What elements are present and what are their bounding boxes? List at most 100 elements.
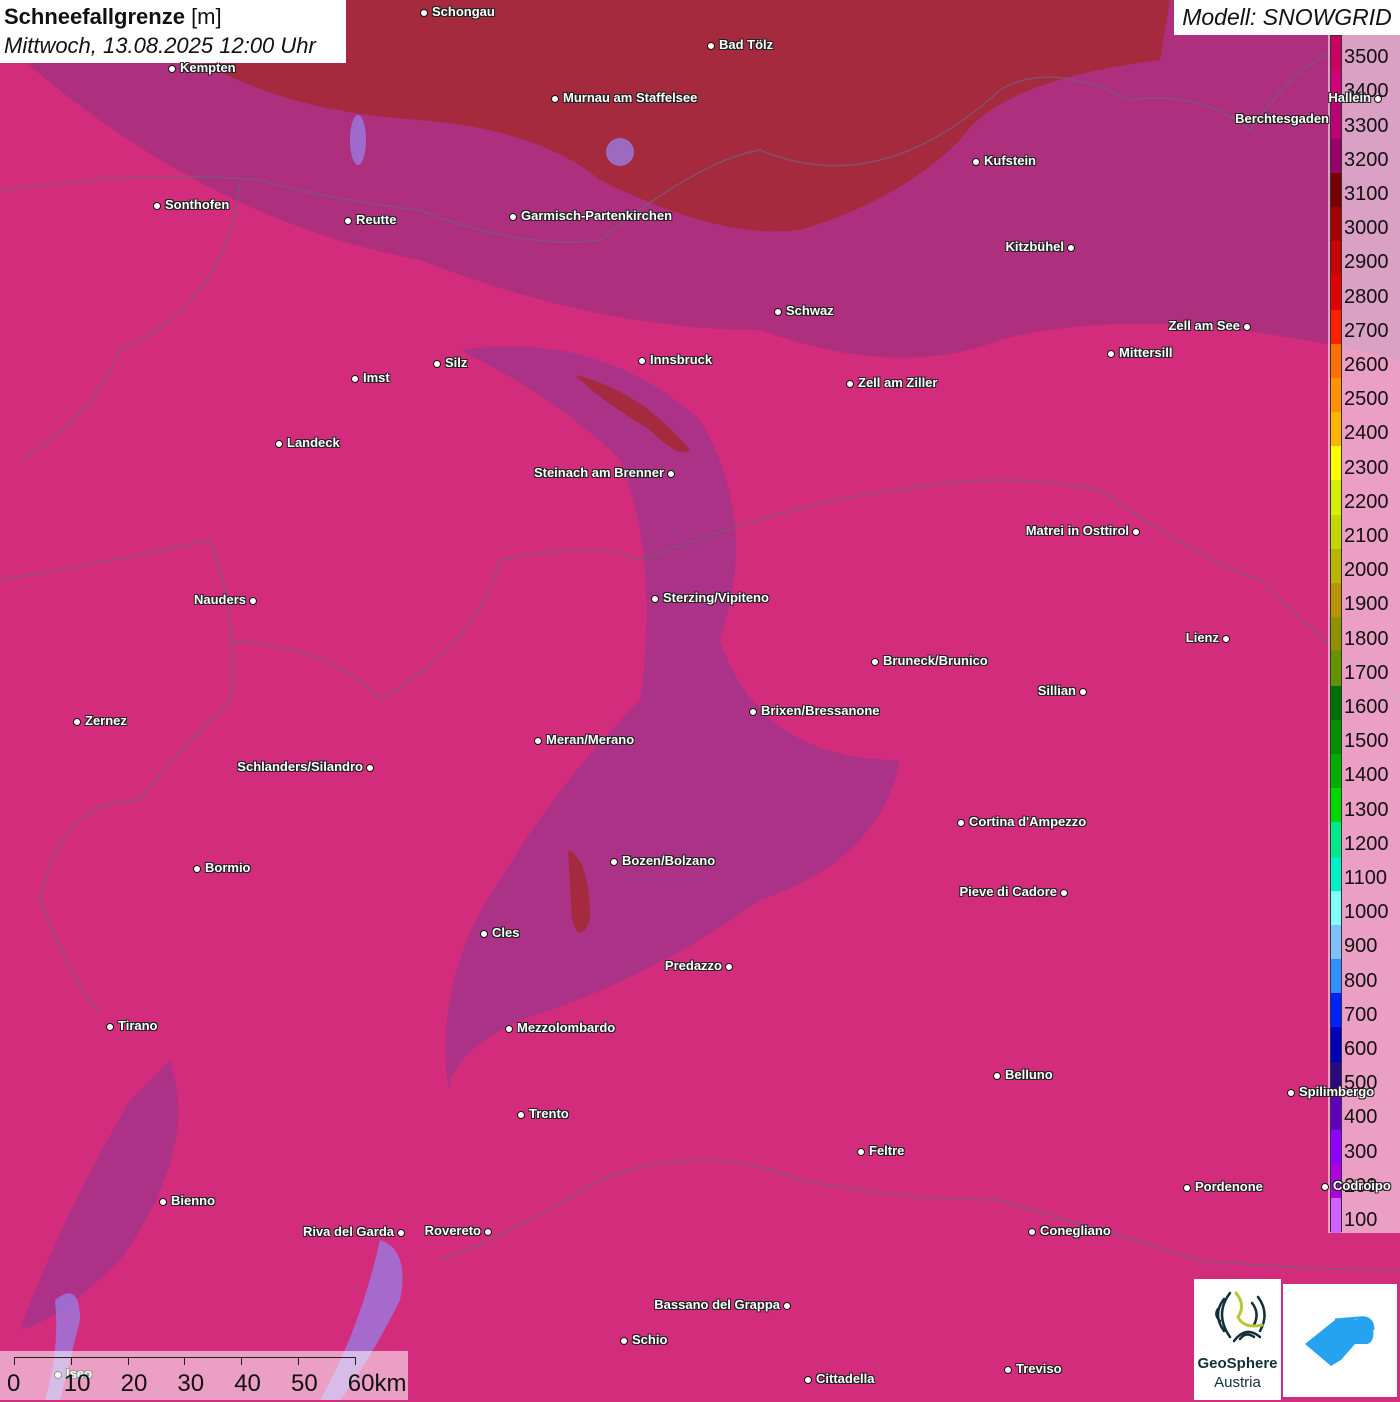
city-label: Schwaz — [786, 303, 834, 318]
legend-swatch — [1331, 309, 1341, 344]
city-label: Matrei in Osttirol — [1025, 523, 1129, 538]
city-label: Pordenone — [1195, 1179, 1263, 1194]
legend-label: 2600 — [1344, 354, 1389, 376]
city-marker — [667, 470, 675, 478]
city-label: Zell am See — [1168, 318, 1240, 333]
legend-label: 2800 — [1344, 285, 1389, 308]
city-marker — [638, 357, 646, 365]
scale-label: 40 — [234, 1370, 261, 1397]
legend-swatch — [1331, 104, 1341, 139]
city-marker — [993, 1072, 1001, 1080]
snow-mountain-logo[interactable] — [1283, 1284, 1397, 1397]
city-label: Schongau — [432, 4, 495, 19]
city-marker — [397, 1229, 405, 1237]
city-label: Silz — [445, 355, 468, 370]
city-label: Lienz — [1185, 630, 1219, 645]
city-label: Kitzbühel — [1005, 239, 1065, 254]
legend-label: 1800 — [1344, 627, 1389, 650]
city-marker — [344, 217, 352, 225]
city-marker — [534, 737, 542, 745]
city-marker — [774, 308, 782, 316]
city-label: Zernez — [85, 713, 127, 728]
scale-label: 60km — [347, 1370, 407, 1397]
city-marker — [159, 1198, 167, 1206]
city-label: Cles — [492, 925, 520, 940]
city-label: Predazzo — [664, 958, 722, 973]
city-label: Trento — [529, 1106, 569, 1121]
city-marker — [846, 380, 854, 388]
city-label: Garmisch-Partenkirchen — [521, 208, 673, 223]
city-label: Innsbruck — [650, 352, 713, 367]
city-marker — [783, 1302, 791, 1310]
city-marker — [620, 1337, 628, 1345]
legend-label: 2900 — [1344, 251, 1389, 274]
legend-label: 2100 — [1344, 525, 1389, 547]
city-label: Mezzolombardo — [517, 1020, 616, 1035]
city-label: Sterzing/Vipiteno — [663, 590, 769, 605]
legend-swatch — [1331, 480, 1341, 515]
geosphere-austria-logo[interactable]: GeoSphere Austria — [1194, 1279, 1281, 1400]
legend-label: 3200 — [1344, 148, 1389, 171]
model-label: Modell: SNOWGRID — [1174, 0, 1400, 35]
legend-swatch — [1331, 822, 1341, 857]
scale-tick — [14, 1357, 15, 1365]
legend-label: 1100 — [1344, 867, 1388, 889]
city-marker — [517, 1111, 525, 1119]
city-marker — [249, 597, 257, 605]
city-marker — [420, 9, 428, 17]
legend-swatch — [1331, 959, 1341, 994]
city-marker — [725, 963, 733, 971]
city-marker — [610, 858, 618, 866]
city-label: Feltre — [869, 1143, 905, 1158]
geosphere-logo-icon — [1215, 1291, 1266, 1343]
city-label: Schlanders/Silandro — [237, 759, 363, 774]
city-label: Brixen/Bressanone — [761, 703, 880, 718]
legend-label: 300 — [1344, 1140, 1378, 1163]
city-marker — [484, 1228, 492, 1236]
city-label: Riva del Garda — [302, 1224, 394, 1239]
city-label: Zell am Ziller — [858, 375, 938, 390]
city-marker — [1079, 688, 1087, 696]
legend-label: 3000 — [1344, 217, 1389, 240]
legend-swatch — [1331, 343, 1341, 378]
city-marker — [1243, 323, 1251, 331]
city-marker — [651, 595, 659, 603]
city-marker — [366, 764, 374, 772]
city-label: Bormio — [205, 860, 251, 875]
legend-swatch — [1331, 1198, 1341, 1233]
city-marker — [1067, 244, 1075, 252]
map-datetime: Mittwoch, 13.08.2025 12:00 Uhr — [4, 33, 316, 58]
legend-swatch — [1331, 548, 1341, 583]
city-marker — [1004, 1366, 1012, 1374]
city-label: Steinach am Brenner — [533, 465, 664, 480]
legend-swatch — [1331, 685, 1341, 720]
legend-label: 2700 — [1344, 319, 1389, 342]
legend-label: 1000 — [1344, 901, 1389, 924]
legend-swatch — [1331, 172, 1341, 207]
legend-swatch — [1331, 890, 1341, 925]
map-title-unit: [m] — [184, 4, 222, 29]
city-marker — [153, 202, 161, 210]
legend-label: 600 — [1344, 1038, 1378, 1060]
legend-swatch — [1331, 753, 1341, 789]
legend-label: 2000 — [1344, 559, 1389, 582]
scale-tick — [127, 1357, 129, 1365]
city-label: Sonthofen — [165, 197, 230, 212]
city-label: Bruneck/Brunico — [883, 653, 988, 668]
legend-swatch — [1331, 993, 1341, 1028]
city-marker — [73, 718, 81, 726]
legend-swatch — [1331, 583, 1341, 618]
legend-swatch — [1331, 1095, 1341, 1130]
city-label: Mittersill — [1119, 345, 1173, 360]
scale-label: 10 — [63, 1370, 91, 1397]
legend-label: 3500 — [1344, 46, 1389, 69]
city-marker — [1287, 1089, 1295, 1097]
scale-label: 30 — [177, 1370, 205, 1397]
city-label: Meran/Merano — [546, 732, 635, 747]
city-marker — [106, 1023, 114, 1031]
mountain-logo-icon — [1305, 1316, 1375, 1366]
legend-swatch — [1331, 241, 1341, 276]
city-label: Nauders — [193, 592, 246, 607]
city-label: Hallein — [1328, 90, 1371, 105]
legend-label: 1700 — [1344, 661, 1389, 684]
